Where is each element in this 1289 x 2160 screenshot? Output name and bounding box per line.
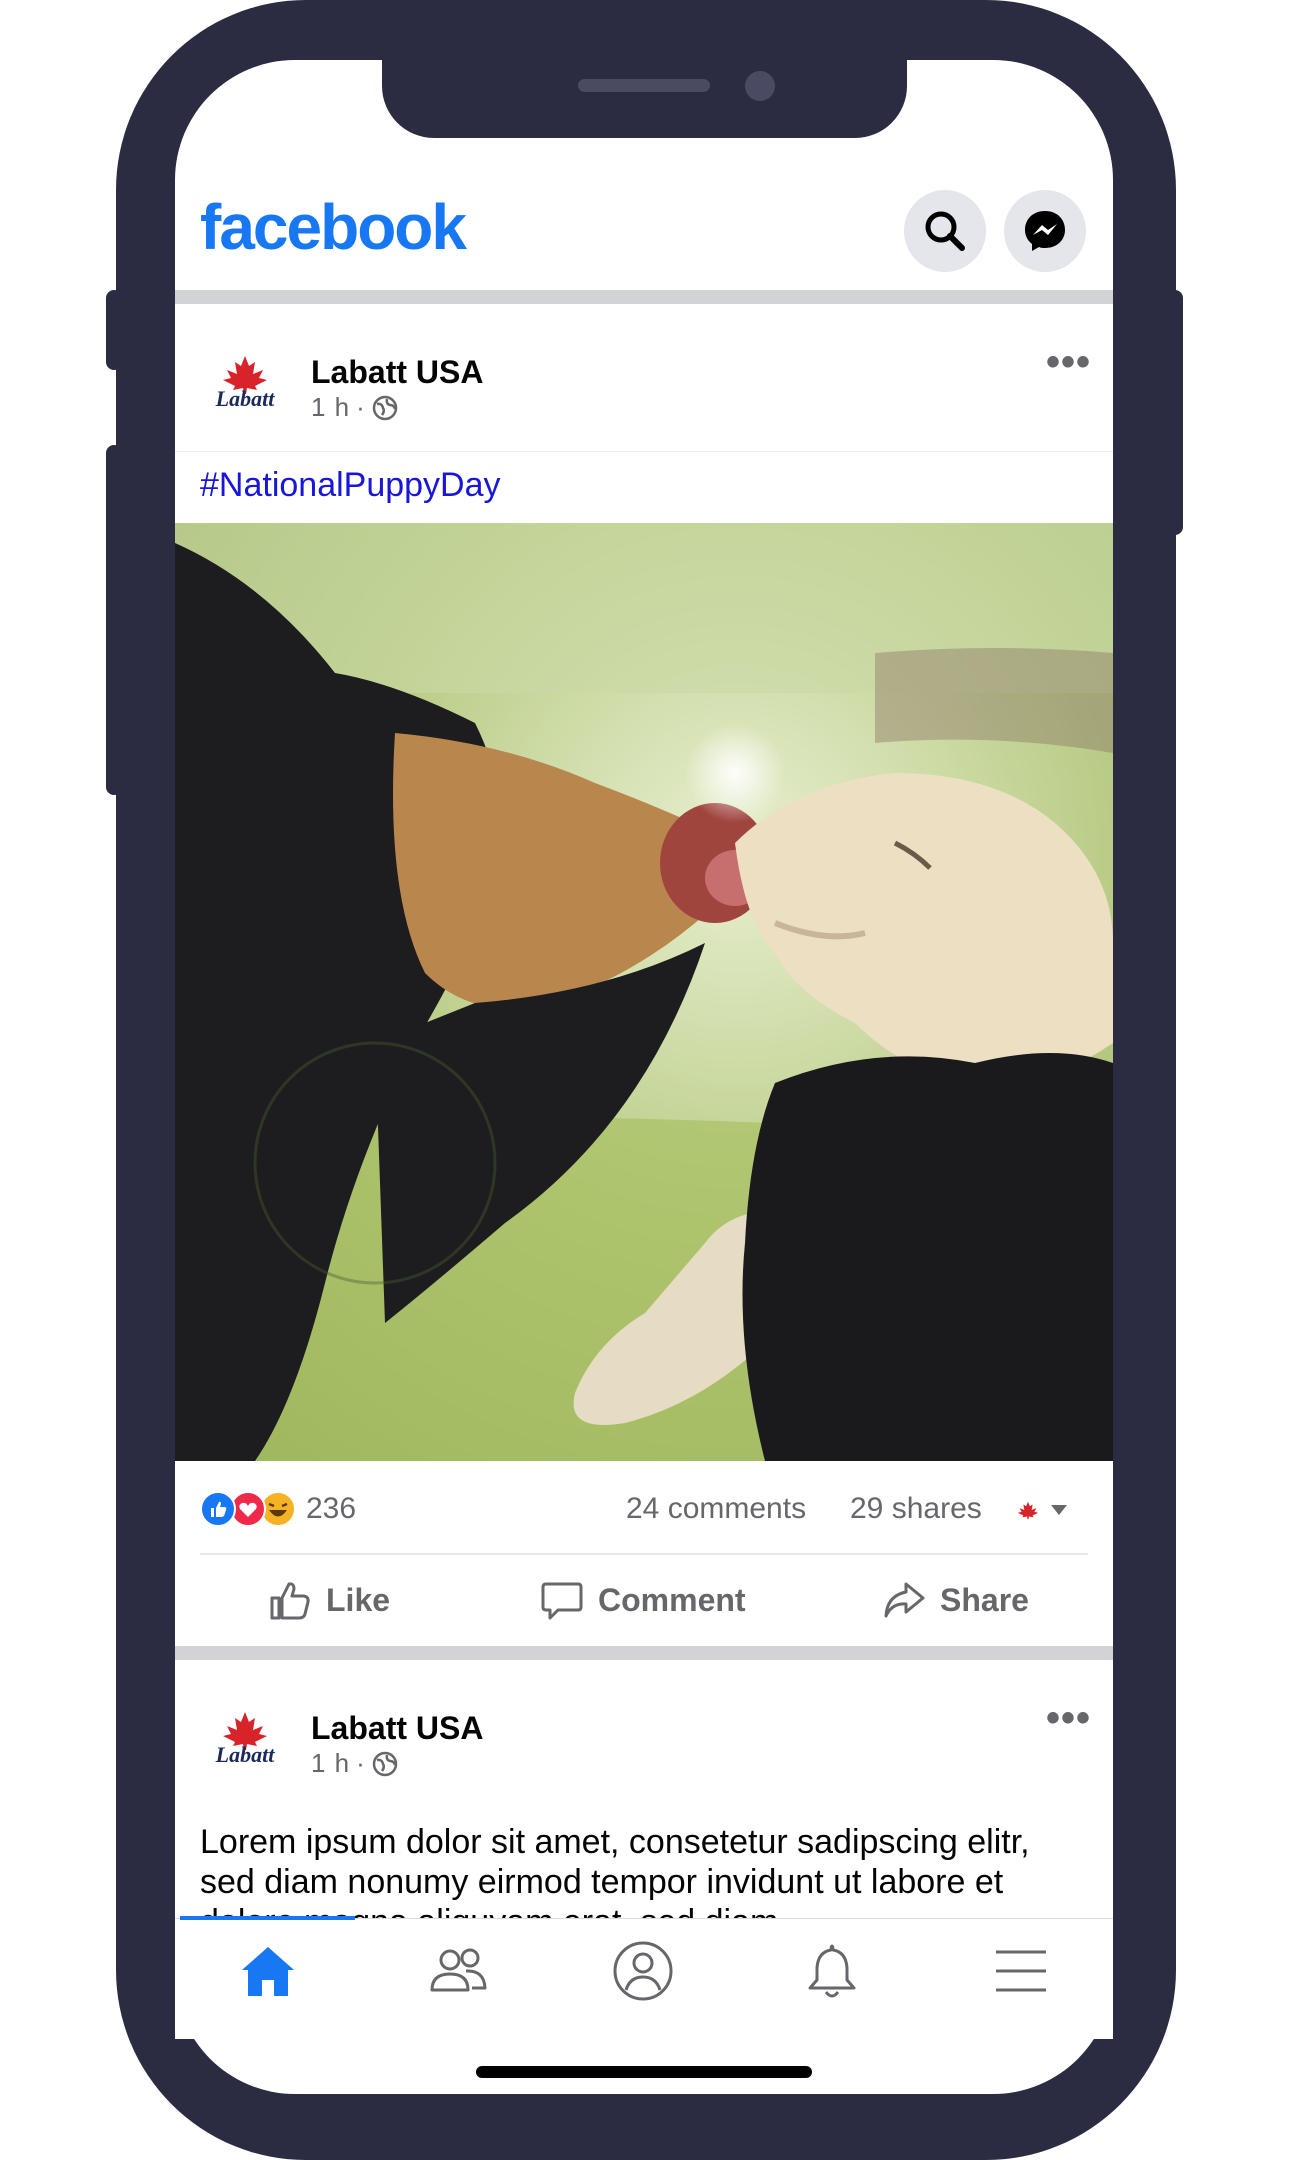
share-label: Share	[940, 1581, 1029, 1618]
page-avatar-2[interactable]: Labatt	[200, 1694, 290, 1784]
power-button	[1167, 290, 1183, 535]
reactions-summary[interactable]: 236	[200, 1491, 356, 1527]
bear-and-puppy-image	[175, 523, 1113, 1461]
mute-switch	[106, 290, 122, 370]
labatt-logo-text: Labatt	[215, 386, 275, 411]
post-time-2: 1 h	[311, 1748, 351, 1778]
messenger-button[interactable]	[1004, 190, 1086, 272]
caret-down-icon	[1051, 1505, 1067, 1515]
like-reaction-icon	[200, 1491, 236, 1527]
bell-icon	[808, 1944, 856, 1998]
profile-icon	[613, 1941, 673, 2001]
nav-friends[interactable]	[428, 1946, 488, 2001]
meta-separator: ·	[356, 392, 366, 422]
post-photo[interactable]	[175, 523, 1113, 1461]
post-options-icon[interactable]: •••	[1046, 342, 1091, 382]
nav-profile[interactable]	[612, 1940, 674, 2007]
home-icon	[242, 1947, 294, 1996]
share-button[interactable]: Share	[882, 1578, 1029, 1622]
page-avatar-small	[1012, 1494, 1044, 1526]
friends-icon	[430, 1948, 487, 1992]
globe-icon	[372, 1751, 398, 1776]
menu-icon	[996, 1950, 1046, 1992]
messenger-icon	[1025, 211, 1065, 251]
reaction-count: 236	[306, 1492, 357, 1525]
nav-home[interactable]	[240, 1944, 296, 2003]
comment-label: Comment	[598, 1581, 746, 1618]
labatt-logo-text: Labatt	[215, 1742, 275, 1767]
post-header-divider	[175, 451, 1113, 452]
like-label: Like	[326, 1581, 391, 1618]
front-camera	[745, 71, 775, 101]
nav-menu[interactable]	[994, 1948, 1048, 1999]
post-time: 1 h	[311, 392, 351, 422]
volume-buttons	[106, 445, 122, 795]
globe-icon	[372, 395, 398, 420]
shares-count[interactable]: 29 shares	[850, 1492, 982, 1526]
page-avatar[interactable]: Labatt	[200, 338, 290, 428]
comment-icon	[541, 1582, 583, 1620]
meta-separator-2: ·	[356, 1748, 366, 1778]
post-hashtag[interactable]: #NationalPuppyDay	[200, 466, 501, 505]
facebook-logo[interactable]: facebook	[200, 190, 467, 264]
nav-active-indicator	[180, 1916, 355, 1920]
post-author[interactable]: Labatt USA	[311, 354, 483, 391]
feed-divider-2	[175, 1646, 1113, 1660]
comment-button[interactable]: Comment	[540, 1578, 746, 1622]
post-text: Lorem ipsum dolor sit amet, consetetur s…	[200, 1823, 1030, 1918]
home-indicator[interactable]	[476, 2066, 812, 2078]
search-icon	[925, 211, 965, 251]
post-author-2[interactable]: Labatt USA	[311, 1710, 483, 1747]
post-options-icon-2[interactable]: •••	[1046, 1698, 1091, 1738]
feed-divider	[175, 290, 1113, 304]
post-meta: 1 h ·	[311, 392, 398, 423]
like-button[interactable]: Like	[268, 1578, 390, 1622]
post-meta-2: 1 h ·	[311, 1748, 398, 1779]
share-icon	[884, 1582, 925, 1618]
stats-divider	[200, 1553, 1088, 1555]
comments-count[interactable]: 24 comments	[626, 1492, 806, 1526]
search-button[interactable]	[904, 190, 986, 272]
notch	[382, 56, 907, 138]
react-as-selector[interactable]	[1012, 1494, 1068, 1526]
speaker-grille	[578, 79, 710, 92]
thumbs-up-icon	[270, 1582, 310, 1620]
nav-notifications[interactable]	[804, 1942, 860, 2005]
